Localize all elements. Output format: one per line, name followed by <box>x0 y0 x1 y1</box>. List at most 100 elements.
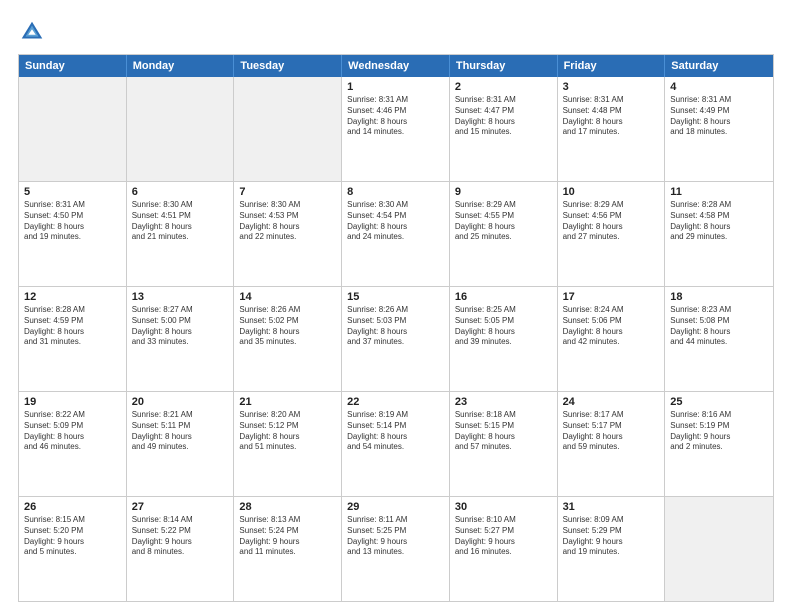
calendar-cell: 3 Sunrise: 8:31 AM Sunset: 4:48 PM Daylig… <box>558 77 666 181</box>
day-info: Sunrise: 8:18 AM Sunset: 5:15 PM Dayligh… <box>455 410 552 453</box>
day-number: 6 <box>132 186 229 198</box>
weekday-header: Tuesday <box>234 55 342 77</box>
day-number: 27 <box>132 501 229 513</box>
day-number: 30 <box>455 501 552 513</box>
calendar-cell: 20 Sunrise: 8:21 AM Sunset: 5:11 PM Dayli… <box>127 392 235 496</box>
calendar-header: SundayMondayTuesdayWednesdayThursdayFrid… <box>19 55 773 77</box>
calendar-cell: 4 Sunrise: 8:31 AM Sunset: 4:49 PM Daylig… <box>665 77 773 181</box>
day-number: 5 <box>24 186 121 198</box>
weekday-header: Friday <box>558 55 666 77</box>
calendar-cell: 26 Sunrise: 8:15 AM Sunset: 5:20 PM Dayli… <box>19 497 127 601</box>
day-number: 24 <box>563 396 660 408</box>
calendar-cell: 8Sunrise: 8:30 AM Sunset: 4:54 PM Daylig… <box>342 182 450 286</box>
day-number: 4 <box>670 81 768 93</box>
day-info: Sunrise: 8:21 AM Sunset: 5:11 PM Dayligh… <box>132 410 229 453</box>
day-number: 18 <box>670 291 768 303</box>
calendar-row: 19 Sunrise: 8:22 AM Sunset: 5:09 PM Dayli… <box>19 392 773 497</box>
day-number: 22 <box>347 396 444 408</box>
day-number: 20 <box>132 396 229 408</box>
calendar-cell: 31 Sunrise: 8:09 AM Sunset: 5:29 PM Dayli… <box>558 497 666 601</box>
calendar-cell: 24 Sunrise: 8:17 AM Sunset: 5:17 PM Dayli… <box>558 392 666 496</box>
calendar-row: 12 Sunrise: 8:28 AM Sunset: 4:59 PM Dayli… <box>19 287 773 392</box>
calendar-cell: 23 Sunrise: 8:18 AM Sunset: 5:15 PM Dayli… <box>450 392 558 496</box>
day-number: 31 <box>563 501 660 513</box>
calendar-cell: 27 Sunrise: 8:14 AM Sunset: 5:22 PM Dayli… <box>127 497 235 601</box>
page: SundayMondayTuesdayWednesdayThursdayFrid… <box>0 0 792 612</box>
calendar-cell: 14 Sunrise: 8:26 AM Sunset: 5:02 PM Dayli… <box>234 287 342 391</box>
day-info: Sunrise: 8:13 AM Sunset: 5:24 PM Dayligh… <box>239 515 336 558</box>
day-number: 12 <box>24 291 121 303</box>
header <box>18 18 774 46</box>
day-info: Sunrise: 8:29 AM Sunset: 4:55 PM Dayligh… <box>455 200 552 243</box>
day-info: Sunrise: 8:29 AM Sunset: 4:56 PM Dayligh… <box>563 200 660 243</box>
calendar-cell <box>127 77 235 181</box>
calendar-cell: 10 Sunrise: 8:29 AM Sunset: 4:56 PM Dayli… <box>558 182 666 286</box>
calendar-cell: 7 Sunrise: 8:30 AM Sunset: 4:53 PM Daylig… <box>234 182 342 286</box>
calendar-cell: 2 Sunrise: 8:31 AM Sunset: 4:47 PM Daylig… <box>450 77 558 181</box>
day-info: Sunrise: 8:31 AM Sunset: 4:48 PM Dayligh… <box>563 95 660 138</box>
day-number: 15 <box>347 291 444 303</box>
day-info: Sunrise: 8:31 AM Sunset: 4:49 PM Dayligh… <box>670 95 768 138</box>
calendar-cell: 21 Sunrise: 8:20 AM Sunset: 5:12 PM Dayli… <box>234 392 342 496</box>
calendar-cell: 17Sunrise: 8:24 AM Sunset: 5:06 PM Dayli… <box>558 287 666 391</box>
day-info: Sunrise: 8:19 AM Sunset: 5:14 PM Dayligh… <box>347 410 444 453</box>
weekday-header: Monday <box>127 55 235 77</box>
day-number: 28 <box>239 501 336 513</box>
calendar-cell: 18 Sunrise: 8:23 AM Sunset: 5:08 PM Dayli… <box>665 287 773 391</box>
day-info: Sunrise: 8:23 AM Sunset: 5:08 PM Dayligh… <box>670 305 768 348</box>
calendar-cell: 5 Sunrise: 8:31 AM Sunset: 4:50 PM Daylig… <box>19 182 127 286</box>
day-number: 19 <box>24 396 121 408</box>
day-info: Sunrise: 8:15 AM Sunset: 5:20 PM Dayligh… <box>24 515 121 558</box>
day-number: 10 <box>563 186 660 198</box>
day-info: Sunrise: 8:31 AM Sunset: 4:50 PM Dayligh… <box>24 200 121 243</box>
day-number: 1 <box>347 81 444 93</box>
calendar-cell: 29Sunrise: 8:11 AM Sunset: 5:25 PM Dayli… <box>342 497 450 601</box>
calendar: SundayMondayTuesdayWednesdayThursdayFrid… <box>18 54 774 602</box>
calendar-cell: 13Sunrise: 8:27 AM Sunset: 5:00 PM Dayli… <box>127 287 235 391</box>
calendar-cell: 16Sunrise: 8:25 AM Sunset: 5:05 PM Dayli… <box>450 287 558 391</box>
day-info: Sunrise: 8:14 AM Sunset: 5:22 PM Dayligh… <box>132 515 229 558</box>
day-number: 2 <box>455 81 552 93</box>
day-number: 8 <box>347 186 444 198</box>
day-info: Sunrise: 8:26 AM Sunset: 5:03 PM Dayligh… <box>347 305 444 348</box>
day-number: 25 <box>670 396 768 408</box>
day-info: Sunrise: 8:20 AM Sunset: 5:12 PM Dayligh… <box>239 410 336 453</box>
day-info: Sunrise: 8:16 AM Sunset: 5:19 PM Dayligh… <box>670 410 768 453</box>
day-info: Sunrise: 8:10 AM Sunset: 5:27 PM Dayligh… <box>455 515 552 558</box>
calendar-cell <box>19 77 127 181</box>
day-info: Sunrise: 8:31 AM Sunset: 4:47 PM Dayligh… <box>455 95 552 138</box>
day-number: 26 <box>24 501 121 513</box>
calendar-cell: 28 Sunrise: 8:13 AM Sunset: 5:24 PM Dayli… <box>234 497 342 601</box>
day-info: Sunrise: 8:09 AM Sunset: 5:29 PM Dayligh… <box>563 515 660 558</box>
calendar-cell: 19 Sunrise: 8:22 AM Sunset: 5:09 PM Dayli… <box>19 392 127 496</box>
calendar-row: 5 Sunrise: 8:31 AM Sunset: 4:50 PM Daylig… <box>19 182 773 287</box>
day-info: Sunrise: 8:17 AM Sunset: 5:17 PM Dayligh… <box>563 410 660 453</box>
calendar-row: 26 Sunrise: 8:15 AM Sunset: 5:20 PM Dayli… <box>19 497 773 601</box>
weekday-header: Saturday <box>665 55 773 77</box>
day-info: Sunrise: 8:28 AM Sunset: 4:59 PM Dayligh… <box>24 305 121 348</box>
calendar-row: 1 Sunrise: 8:31 AM Sunset: 4:46 PM Daylig… <box>19 77 773 182</box>
day-info: Sunrise: 8:26 AM Sunset: 5:02 PM Dayligh… <box>239 305 336 348</box>
logo-icon <box>18 18 46 46</box>
day-number: 17 <box>563 291 660 303</box>
calendar-cell <box>234 77 342 181</box>
day-number: 21 <box>239 396 336 408</box>
day-number: 3 <box>563 81 660 93</box>
day-number: 7 <box>239 186 336 198</box>
calendar-cell <box>665 497 773 601</box>
day-info: Sunrise: 8:11 AM Sunset: 5:25 PM Dayligh… <box>347 515 444 558</box>
day-info: Sunrise: 8:30 AM Sunset: 4:53 PM Dayligh… <box>239 200 336 243</box>
day-info: Sunrise: 8:31 AM Sunset: 4:46 PM Dayligh… <box>347 95 444 138</box>
day-info: Sunrise: 8:30 AM Sunset: 4:51 PM Dayligh… <box>132 200 229 243</box>
day-info: Sunrise: 8:27 AM Sunset: 5:00 PM Dayligh… <box>132 305 229 348</box>
day-number: 14 <box>239 291 336 303</box>
day-number: 23 <box>455 396 552 408</box>
day-info: Sunrise: 8:22 AM Sunset: 5:09 PM Dayligh… <box>24 410 121 453</box>
calendar-cell: 22 Sunrise: 8:19 AM Sunset: 5:14 PM Dayli… <box>342 392 450 496</box>
logo <box>18 18 52 46</box>
weekday-header: Wednesday <box>342 55 450 77</box>
calendar-cell: 30 Sunrise: 8:10 AM Sunset: 5:27 PM Dayli… <box>450 497 558 601</box>
day-number: 16 <box>455 291 552 303</box>
calendar-cell: 25 Sunrise: 8:16 AM Sunset: 5:19 PM Dayli… <box>665 392 773 496</box>
day-info: Sunrise: 8:28 AM Sunset: 4:58 PM Dayligh… <box>670 200 768 243</box>
